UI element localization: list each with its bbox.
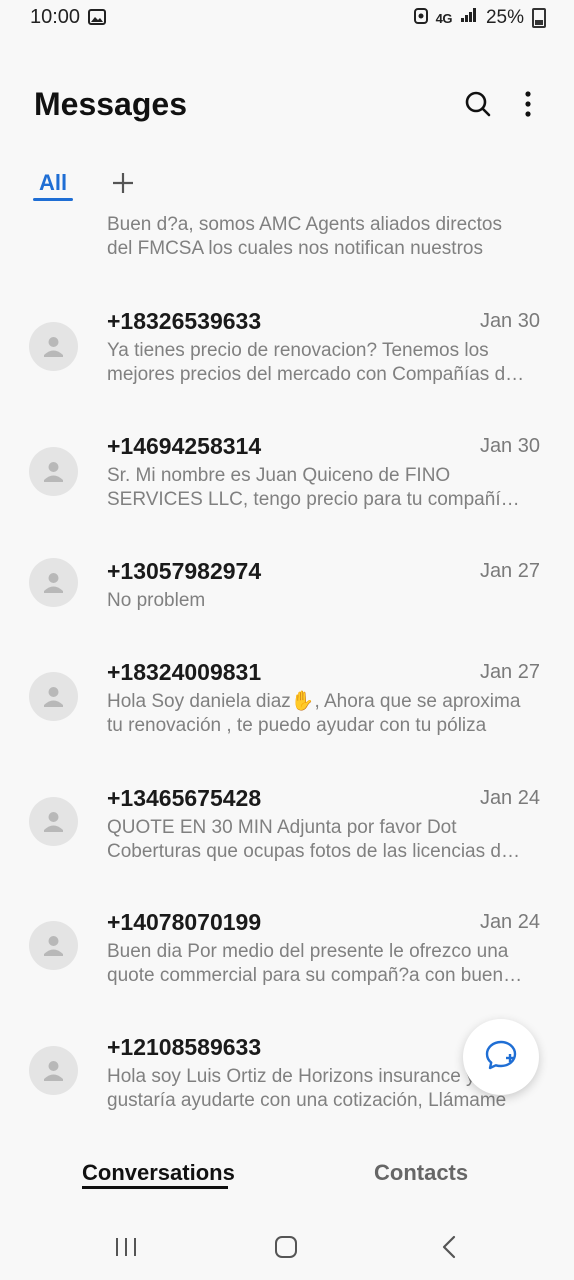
avatar (29, 921, 78, 970)
tab-contacts[interactable]: Contacts (374, 1160, 468, 1186)
tab-conversations-indicator (82, 1186, 228, 1189)
conversation-item[interactable]: +14078070199 Jan 24 Buen dia Por medio d… (0, 905, 574, 1015)
more-options-icon[interactable] (508, 84, 548, 124)
avatar (29, 558, 78, 607)
conversation-preview: No problem (107, 590, 206, 611)
data-saver-icon (413, 6, 428, 30)
conversation-preview: Hola Soy daniela diaz✋, Ahora que se apr… (107, 691, 521, 736)
conversation-name: +13465675428 (107, 785, 262, 811)
conversation-preview: Buen dia Por medio del presente le ofrez… (107, 941, 524, 986)
avatar (29, 447, 78, 496)
status-bar: 10:00 4G 25% (0, 0, 574, 40)
home-icon[interactable] (271, 1232, 301, 1262)
conversation-item[interactable]: +14694258314 Jan 30 Sr. Mi nombre es Jua… (0, 429, 574, 539)
conversation-name: +18326539633 (107, 308, 262, 334)
conversation-date: Jan 30 (479, 310, 540, 332)
search-icon[interactable] (458, 84, 498, 124)
status-indicators: 4G 25% (413, 6, 546, 30)
avatar (29, 797, 78, 846)
battery-percent: 25% (485, 7, 524, 28)
conversation-name: +14694258314 (107, 433, 262, 459)
tab-conversations[interactable]: Conversations (82, 1160, 235, 1186)
conversation-preview: Ya tienes precio de renovacion? Tenemos … (107, 340, 516, 385)
conversation-preview: Buen d?a, somos AMC Agents aliados direc… (107, 214, 503, 259)
conversation-date: Jan 30 (479, 435, 540, 457)
conversation-preview: QUOTE EN 30 MIN Adjunta por favor Dot Co… (107, 817, 512, 862)
avatar (29, 322, 78, 371)
conversation-date: Jan 24 (479, 911, 540, 933)
tab-all-indicator (33, 198, 73, 201)
conversation-name: +12108589633 (107, 1034, 262, 1060)
conversation-item[interactable]: +18326539633 Jan 30 Ya tienes precio de … (0, 304, 574, 414)
image-notification-icon (88, 9, 106, 25)
battery-icon (532, 8, 546, 28)
conversation-item[interactable]: +13465675428 Jan 24 QUOTE EN 30 MIN Adju… (0, 781, 574, 891)
signal-icon (460, 7, 478, 29)
back-icon[interactable] (434, 1232, 464, 1262)
status-time: 10:00 (30, 6, 81, 28)
conversation-name: +18324009831 (107, 659, 262, 685)
page-title: Messages (34, 86, 187, 122)
network-type: 4G (435, 10, 453, 26)
conversation-date: Jan 27 (479, 560, 540, 582)
conversation-preview: Hola soy Luis Ortiz de Horizons insuranc… (107, 1066, 508, 1111)
conversation-date: Jan 24 (479, 787, 540, 809)
conversation-preview: Sr. Mi nombre es Juan Quiceno de FINO SE… (107, 465, 512, 510)
avatar (29, 672, 78, 721)
new-message-button[interactable] (463, 1019, 539, 1095)
recents-icon[interactable] (111, 1232, 141, 1262)
tab-all[interactable]: All (34, 170, 72, 196)
conversation-item[interactable]: +13057982974 Jan 27 No problem (0, 554, 574, 644)
conversation-date: Jan 27 (479, 661, 540, 683)
conversation-item[interactable]: +18324009831 Jan 27 Hola Soy daniela dia… (0, 655, 574, 765)
conversation-name: +13057982974 (107, 558, 262, 584)
conversation-item[interactable]: Buen d?a, somos AMC Agents aliados direc… (0, 202, 574, 262)
conversation-name: +14078070199 (107, 909, 262, 935)
new-message-icon (484, 1038, 518, 1077)
conversation-list[interactable]: Buen d?a, somos AMC Agents aliados direc… (0, 202, 574, 1120)
plus-icon[interactable] (108, 168, 138, 198)
avatar (29, 1046, 78, 1095)
